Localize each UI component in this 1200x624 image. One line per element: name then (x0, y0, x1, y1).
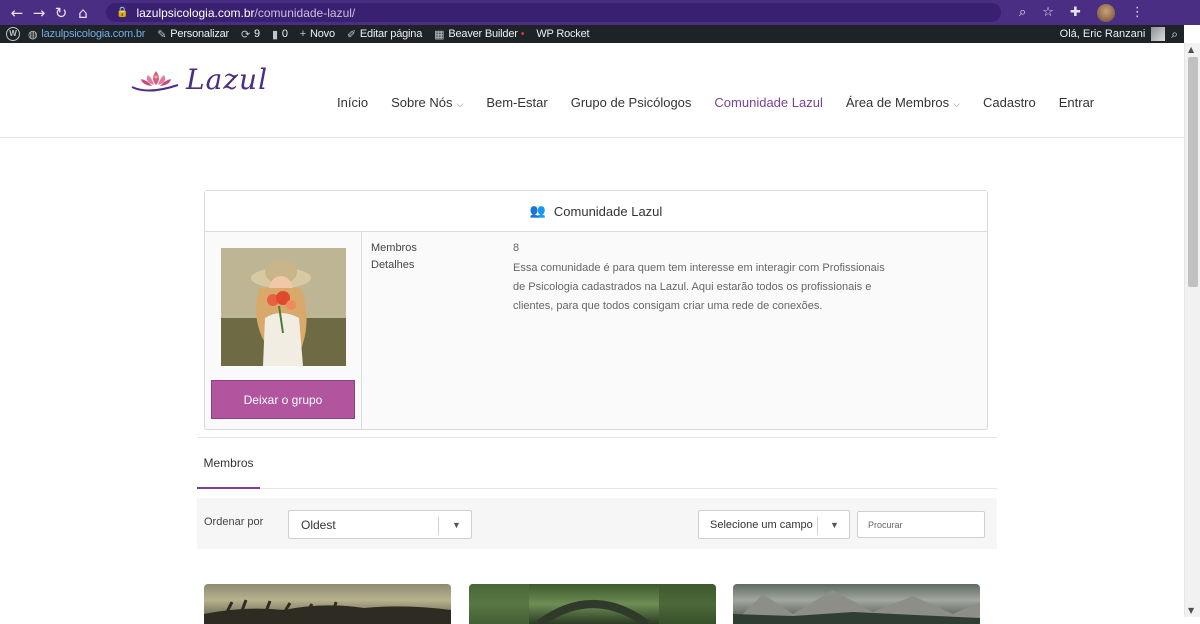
users-group-icon: 👥 (529, 203, 546, 218)
field-select[interactable]: Selecione um campo ▼ (698, 510, 850, 539)
extensions-puzzle-icon[interactable]: ✚ (1070, 5, 1081, 20)
menu-item-label: Grupo de Psicólogos (570, 95, 692, 110)
pencil-icon: ✐ (346, 28, 356, 41)
comment-icon: ▮ (271, 28, 278, 41)
admin-avatar[interactable] (1151, 27, 1166, 41)
logo-text: Lazul (186, 63, 269, 96)
select-divider (438, 517, 439, 535)
forward-icon[interactable]: → (28, 4, 50, 22)
admin-edit-page[interactable]: ✐ Editar página (347, 28, 422, 41)
group-details: Membros 8 Detalhes Essa comunidade é par… (371, 242, 893, 320)
search-placeholder: Procurar (868, 519, 903, 530)
group-tabs: Membros (197, 437, 997, 489)
plus-icon: + (299, 28, 306, 40)
url-host: lazulpsicologia.com.br (136, 5, 255, 20)
tab-members[interactable]: Membros (197, 438, 260, 489)
scrollbar-thumb[interactable] (1188, 57, 1198, 287)
address-bar[interactable]: 🔒 lazulpsicologia.com.br/comunidade-lazu… (106, 3, 1001, 22)
admin-comments[interactable]: ▮ 0 (272, 28, 288, 41)
lotus-logo-icon (131, 70, 179, 91)
select-divider (817, 517, 818, 535)
url-path: /comunidade-lazul/ (254, 5, 356, 20)
lock-icon: 🔒 (116, 7, 129, 18)
main-menu: Início Sobre Nós ⌵ Bem-Estar Grupo de Psicól… (337, 95, 1117, 110)
admin-beaver-builder[interactable]: ▦ Beaver Builder • (434, 28, 524, 41)
member-search-input[interactable]: Procurar (857, 511, 985, 538)
group-card: 👥 Comunidade Lazul Deixar o grupo Membro… (204, 190, 988, 430)
reload-icon[interactable]: ↻ (50, 4, 72, 22)
brush-icon: ✎ (157, 28, 167, 41)
back-icon[interactable]: ← (6, 4, 28, 22)
updates-icon: ⟳ (241, 28, 251, 41)
menu-item-grupo-de-psic-logos[interactable]: Grupo de Psicólogos (571, 95, 692, 110)
admin-wp-rocket[interactable]: WP Rocket (536, 28, 589, 40)
menu-item-label: Sobre Nós (391, 95, 453, 110)
menu-item-sobre-n-s[interactable]: Sobre Nós ⌵ (391, 95, 463, 110)
site-logo[interactable]: Lazul (128, 63, 268, 96)
menu-item-label: Entrar (1058, 95, 1095, 110)
dashboard-icon: ◍ (28, 28, 38, 41)
profile-avatar[interactable] (1096, 3, 1115, 22)
menu-item-label: Comunidade Lazul (714, 95, 823, 110)
details-text: Essa comunidade é para quem tem interess… (513, 262, 885, 312)
members-count: 8 (513, 242, 520, 254)
members-label: Membros (371, 242, 417, 254)
grid-icon: ▦ (434, 28, 445, 41)
scroll-down-icon[interactable]: ▼ (1188, 606, 1194, 615)
group-title: Comunidade Lazul (553, 203, 663, 219)
menu-item-label: Área de Membros (845, 95, 950, 110)
member-card[interactable] (733, 584, 980, 624)
menu-item-entrar[interactable]: Entrar (1059, 95, 1094, 110)
site-header: Lazul Início Sobre Nós ⌵ Bem-Estar Grupo de … (0, 43, 1184, 138)
menu-item-label: Bem-Estar (486, 95, 548, 110)
menu-item-label: Início (337, 95, 369, 110)
chevron-down-icon: ▼ (452, 520, 461, 530)
browser-menu-icon[interactable]: ⋮ (1131, 5, 1144, 20)
group-photo (221, 248, 346, 366)
page-scrollbar[interactable]: ▲ ▼ (1184, 43, 1200, 617)
order-by-label: Ordenar por (204, 516, 264, 528)
menu-item--rea-de-membros[interactable]: Área de Membros ⌵ (846, 95, 960, 110)
chevron-down-icon: ⌵ (953, 99, 960, 109)
menu-item-bem-estar[interactable]: Bem-Estar (486, 95, 547, 110)
members-filter-bar: Ordenar por Oldest ▼ Selecione um campo … (197, 498, 997, 549)
menu-item-cadastro[interactable]: Cadastro (983, 95, 1036, 110)
status-dot-icon: • (520, 28, 525, 40)
group-avatar-column: Deixar o grupo (205, 232, 362, 429)
admin-new[interactable]: + Novo (300, 28, 335, 40)
chevron-down-icon: ⌵ (456, 99, 464, 109)
wp-admin-bar: W ◍ lazulpsicologia.com.br ✎ Personalizar … (0, 25, 1184, 43)
member-card[interactable] (204, 584, 451, 624)
chevron-down-icon: ▼ (830, 520, 839, 530)
admin-customize[interactable]: ✎ Personalizar (157, 28, 229, 41)
field-select-value: Selecione um campo (710, 518, 813, 531)
zoom-icon[interactable]: ⌕ (1019, 5, 1026, 20)
order-select-value: Oldest (301, 517, 336, 532)
admin-updates[interactable]: ⟳ 9 (241, 28, 260, 41)
scroll-up-icon[interactable]: ▲ (1188, 45, 1194, 54)
admin-search-icon[interactable]: ⌕ (1171, 27, 1178, 42)
browser-toolbar: ← → ↻ ⌂ 🔒 lazulpsicologia.com.br/comunid… (0, 0, 1200, 25)
bookmark-star-icon[interactable]: ☆ (1042, 5, 1054, 20)
menu-item-label: Cadastro (982, 95, 1036, 110)
leave-group-button[interactable]: Deixar o grupo (211, 380, 355, 419)
menu-item-comunidade-lazul[interactable]: Comunidade Lazul (714, 95, 822, 110)
admin-greeting[interactable]: Olá, Eric Ranzani (1060, 28, 1146, 40)
admin-site-link[interactable]: ◍ lazulpsicologia.com.br (28, 28, 145, 41)
order-select[interactable]: Oldest ▼ (288, 510, 472, 539)
group-header: 👥 Comunidade Lazul (205, 191, 987, 232)
wordpress-logo-icon[interactable]: W (6, 27, 20, 41)
details-label: Detalhes (371, 259, 415, 271)
home-icon[interactable]: ⌂ (72, 4, 94, 22)
menu-item-in-cio[interactable]: Início (337, 95, 368, 110)
member-card[interactable] (469, 584, 716, 624)
